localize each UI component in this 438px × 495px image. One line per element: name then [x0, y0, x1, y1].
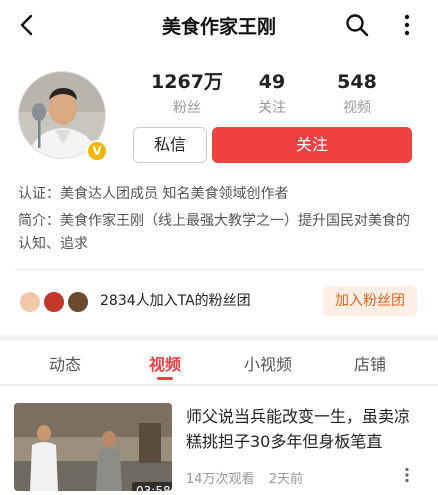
video-thumbnail[interactable]: 03:58: [14, 403, 172, 491]
divider: [14, 269, 424, 270]
stat-value: 49: [258, 71, 286, 93]
video-list-item[interactable]: 03:58 师父说当兵能改变一生，虽卖凉糕挑担子30多年但身板笔直 14万次观看…: [0, 386, 438, 495]
verified-badge: V: [86, 140, 108, 162]
tab-videos[interactable]: 视频: [125, 351, 205, 375]
fan-group-text[interactable]: 2834人加入TA的粉丝团: [100, 290, 251, 312]
video-meta: 14万次观看 2天前: [186, 468, 303, 487]
fan-avatar: [42, 290, 66, 314]
more-vertical-icon[interactable]: [400, 466, 414, 484]
join-fan-group-button[interactable]: 加入粉丝团: [323, 286, 417, 316]
more-vertical-icon[interactable]: [396, 12, 418, 38]
intro-text: 简介：美食作家王刚（线上最强大教学之一）提升国民对美食的认知、追求: [18, 213, 410, 252]
stat-label: 视频: [343, 100, 371, 116]
fan-avatars: [18, 290, 98, 314]
stat-following[interactable]: 49 关注: [227, 71, 317, 117]
tab-short-videos[interactable]: 小视频: [228, 351, 308, 375]
stat-videos[interactable]: 548 视频: [312, 71, 402, 117]
fan-avatar: [66, 290, 90, 314]
certification-text: 认证：美食达人团成员 知名美食领域创作者: [18, 186, 289, 202]
video-title[interactable]: 师父说当兵能改变一生，虽卖凉糕挑担子30多年但身板笔直: [186, 404, 422, 454]
profile-card: V 1267万 粉丝 49 关注 548 视频 私信 关注 认证：美食达人团成员…: [0, 50, 438, 335]
page-title: 美食作家王刚: [161, 16, 276, 38]
top-bar: 美食作家王刚: [0, 0, 438, 50]
video-posted-time: 2天前: [268, 472, 303, 487]
active-tab-indicator: [157, 377, 173, 380]
content-tabs: 动态 视频 小视频 店铺: [0, 341, 438, 385]
stat-value: 1267万: [151, 71, 223, 93]
tab-dynamics[interactable]: 动态: [25, 351, 105, 375]
video-views: 14万次观看: [186, 472, 255, 487]
stat-label: 粉丝: [173, 100, 201, 116]
stat-followers[interactable]: 1267万 粉丝: [142, 71, 232, 117]
follow-button[interactable]: 关注: [212, 127, 412, 163]
stat-value: 548: [337, 71, 377, 93]
search-icon[interactable]: [344, 12, 370, 38]
stat-label: 关注: [258, 100, 286, 116]
fan-avatar: [18, 290, 42, 314]
video-duration: 03:58: [132, 482, 172, 491]
video-thumbnail-image: [14, 403, 172, 491]
message-button[interactable]: 私信: [133, 127, 207, 163]
tab-shop[interactable]: 店铺: [330, 351, 410, 375]
